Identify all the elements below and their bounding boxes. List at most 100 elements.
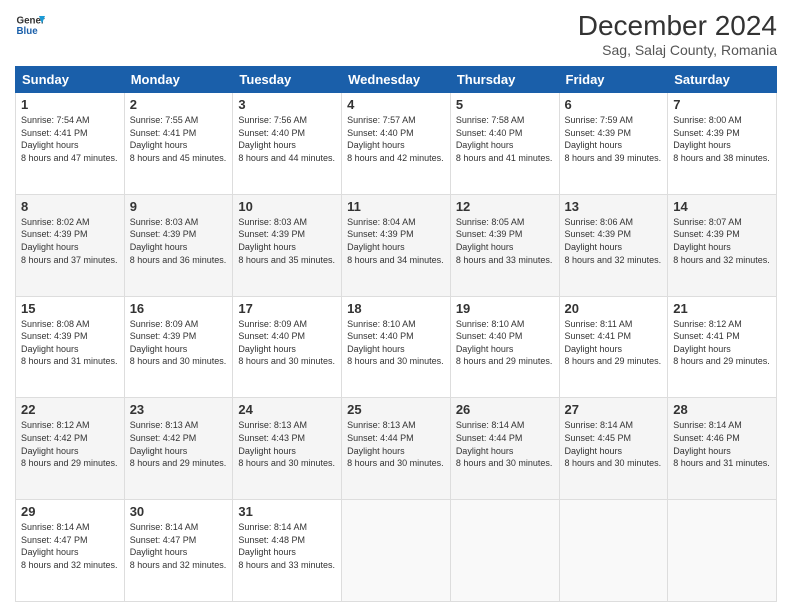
day-info: Sunrise: 8:02 AMSunset: 4:39 PMDaylight … bbox=[21, 217, 118, 265]
day-info: Sunrise: 7:55 AMSunset: 4:41 PMDaylight … bbox=[130, 115, 227, 163]
table-row: 16 Sunrise: 8:09 AMSunset: 4:39 PMDaylig… bbox=[124, 296, 233, 398]
day-number: 22 bbox=[21, 402, 119, 417]
day-info: Sunrise: 8:14 AMSunset: 4:44 PMDaylight … bbox=[456, 420, 553, 468]
table-row: 30 Sunrise: 8:14 AMSunset: 4:47 PMDaylig… bbox=[124, 500, 233, 602]
day-number: 21 bbox=[673, 301, 771, 316]
page: General Blue December 2024 Sag, Salaj Co… bbox=[0, 0, 792, 612]
day-info: Sunrise: 8:13 AMSunset: 4:44 PMDaylight … bbox=[347, 420, 444, 468]
table-row: 18 Sunrise: 8:10 AMSunset: 4:40 PMDaylig… bbox=[342, 296, 451, 398]
col-thursday: Thursday bbox=[450, 67, 559, 93]
day-number: 11 bbox=[347, 199, 445, 214]
day-info: Sunrise: 8:14 AMSunset: 4:47 PMDaylight … bbox=[130, 522, 227, 570]
day-number: 6 bbox=[565, 97, 663, 112]
calendar-week-3: 15 Sunrise: 8:08 AMSunset: 4:39 PMDaylig… bbox=[16, 296, 777, 398]
table-row: 9 Sunrise: 8:03 AMSunset: 4:39 PMDayligh… bbox=[124, 194, 233, 296]
day-number: 20 bbox=[565, 301, 663, 316]
day-info: Sunrise: 8:12 AMSunset: 4:41 PMDaylight … bbox=[673, 319, 770, 367]
day-number: 13 bbox=[565, 199, 663, 214]
day-info: Sunrise: 8:06 AMSunset: 4:39 PMDaylight … bbox=[565, 217, 662, 265]
day-number: 2 bbox=[130, 97, 228, 112]
table-row: 28 Sunrise: 8:14 AMSunset: 4:46 PMDaylig… bbox=[668, 398, 777, 500]
table-row: 12 Sunrise: 8:05 AMSunset: 4:39 PMDaylig… bbox=[450, 194, 559, 296]
table-row bbox=[450, 500, 559, 602]
table-row: 3 Sunrise: 7:56 AMSunset: 4:40 PMDayligh… bbox=[233, 93, 342, 195]
day-number: 12 bbox=[456, 199, 554, 214]
day-number: 19 bbox=[456, 301, 554, 316]
day-number: 8 bbox=[21, 199, 119, 214]
subtitle: Sag, Salaj County, Romania bbox=[578, 42, 777, 58]
day-info: Sunrise: 8:11 AMSunset: 4:41 PMDaylight … bbox=[565, 319, 662, 367]
table-row: 2 Sunrise: 7:55 AMSunset: 4:41 PMDayligh… bbox=[124, 93, 233, 195]
table-row: 23 Sunrise: 8:13 AMSunset: 4:42 PMDaylig… bbox=[124, 398, 233, 500]
day-number: 1 bbox=[21, 97, 119, 112]
calendar-week-5: 29 Sunrise: 8:14 AMSunset: 4:47 PMDaylig… bbox=[16, 500, 777, 602]
calendar-week-2: 8 Sunrise: 8:02 AMSunset: 4:39 PMDayligh… bbox=[16, 194, 777, 296]
day-info: Sunrise: 8:03 AMSunset: 4:39 PMDaylight … bbox=[238, 217, 335, 265]
day-info: Sunrise: 8:07 AMSunset: 4:39 PMDaylight … bbox=[673, 217, 770, 265]
day-info: Sunrise: 8:14 AMSunset: 4:47 PMDaylight … bbox=[21, 522, 118, 570]
day-number: 24 bbox=[238, 402, 336, 417]
table-row: 10 Sunrise: 8:03 AMSunset: 4:39 PMDaylig… bbox=[233, 194, 342, 296]
day-info: Sunrise: 7:56 AMSunset: 4:40 PMDaylight … bbox=[238, 115, 335, 163]
day-info: Sunrise: 8:00 AMSunset: 4:39 PMDaylight … bbox=[673, 115, 770, 163]
day-number: 9 bbox=[130, 199, 228, 214]
col-monday: Monday bbox=[124, 67, 233, 93]
day-info: Sunrise: 7:59 AMSunset: 4:39 PMDaylight … bbox=[565, 115, 662, 163]
col-wednesday: Wednesday bbox=[342, 67, 451, 93]
table-row: 14 Sunrise: 8:07 AMSunset: 4:39 PMDaylig… bbox=[668, 194, 777, 296]
day-number: 5 bbox=[456, 97, 554, 112]
table-row: 20 Sunrise: 8:11 AMSunset: 4:41 PMDaylig… bbox=[559, 296, 668, 398]
day-number: 31 bbox=[238, 504, 336, 519]
day-info: Sunrise: 8:09 AMSunset: 4:40 PMDaylight … bbox=[238, 319, 335, 367]
table-row bbox=[559, 500, 668, 602]
table-row: 6 Sunrise: 7:59 AMSunset: 4:39 PMDayligh… bbox=[559, 93, 668, 195]
table-row: 31 Sunrise: 8:14 AMSunset: 4:48 PMDaylig… bbox=[233, 500, 342, 602]
day-number: 4 bbox=[347, 97, 445, 112]
day-number: 14 bbox=[673, 199, 771, 214]
day-info: Sunrise: 7:57 AMSunset: 4:40 PMDaylight … bbox=[347, 115, 444, 163]
day-info: Sunrise: 8:10 AMSunset: 4:40 PMDaylight … bbox=[347, 319, 444, 367]
day-number: 15 bbox=[21, 301, 119, 316]
day-number: 27 bbox=[565, 402, 663, 417]
table-row: 27 Sunrise: 8:14 AMSunset: 4:45 PMDaylig… bbox=[559, 398, 668, 500]
day-info: Sunrise: 8:10 AMSunset: 4:40 PMDaylight … bbox=[456, 319, 553, 367]
day-info: Sunrise: 8:13 AMSunset: 4:43 PMDaylight … bbox=[238, 420, 335, 468]
day-number: 18 bbox=[347, 301, 445, 316]
table-row: 5 Sunrise: 7:58 AMSunset: 4:40 PMDayligh… bbox=[450, 93, 559, 195]
table-row: 1 Sunrise: 7:54 AMSunset: 4:41 PMDayligh… bbox=[16, 93, 125, 195]
title-block: December 2024 Sag, Salaj County, Romania bbox=[578, 10, 777, 58]
day-number: 26 bbox=[456, 402, 554, 417]
day-number: 10 bbox=[238, 199, 336, 214]
day-number: 23 bbox=[130, 402, 228, 417]
day-info: Sunrise: 7:54 AMSunset: 4:41 PMDaylight … bbox=[21, 115, 118, 163]
day-number: 28 bbox=[673, 402, 771, 417]
day-info: Sunrise: 8:05 AMSunset: 4:39 PMDaylight … bbox=[456, 217, 553, 265]
table-row: 8 Sunrise: 8:02 AMSunset: 4:39 PMDayligh… bbox=[16, 194, 125, 296]
calendar-table: Sunday Monday Tuesday Wednesday Thursday… bbox=[15, 66, 777, 602]
col-saturday: Saturday bbox=[668, 67, 777, 93]
logo: General Blue bbox=[15, 10, 45, 40]
col-sunday: Sunday bbox=[16, 67, 125, 93]
day-number: 16 bbox=[130, 301, 228, 316]
table-row bbox=[342, 500, 451, 602]
table-row: 21 Sunrise: 8:12 AMSunset: 4:41 PMDaylig… bbox=[668, 296, 777, 398]
day-info: Sunrise: 8:08 AMSunset: 4:39 PMDaylight … bbox=[21, 319, 118, 367]
calendar-week-1: 1 Sunrise: 7:54 AMSunset: 4:41 PMDayligh… bbox=[16, 93, 777, 195]
table-row: 26 Sunrise: 8:14 AMSunset: 4:44 PMDaylig… bbox=[450, 398, 559, 500]
table-row: 7 Sunrise: 8:00 AMSunset: 4:39 PMDayligh… bbox=[668, 93, 777, 195]
col-tuesday: Tuesday bbox=[233, 67, 342, 93]
day-info: Sunrise: 8:13 AMSunset: 4:42 PMDaylight … bbox=[130, 420, 227, 468]
table-row: 11 Sunrise: 8:04 AMSunset: 4:39 PMDaylig… bbox=[342, 194, 451, 296]
table-row: 17 Sunrise: 8:09 AMSunset: 4:40 PMDaylig… bbox=[233, 296, 342, 398]
table-row: 29 Sunrise: 8:14 AMSunset: 4:47 PMDaylig… bbox=[16, 500, 125, 602]
day-number: 30 bbox=[130, 504, 228, 519]
day-number: 3 bbox=[238, 97, 336, 112]
day-number: 7 bbox=[673, 97, 771, 112]
table-row bbox=[668, 500, 777, 602]
table-row: 24 Sunrise: 8:13 AMSunset: 4:43 PMDaylig… bbox=[233, 398, 342, 500]
day-number: 17 bbox=[238, 301, 336, 316]
table-row: 19 Sunrise: 8:10 AMSunset: 4:40 PMDaylig… bbox=[450, 296, 559, 398]
calendar-week-4: 22 Sunrise: 8:12 AMSunset: 4:42 PMDaylig… bbox=[16, 398, 777, 500]
day-info: Sunrise: 8:03 AMSunset: 4:39 PMDaylight … bbox=[130, 217, 227, 265]
day-info: Sunrise: 7:58 AMSunset: 4:40 PMDaylight … bbox=[456, 115, 553, 163]
